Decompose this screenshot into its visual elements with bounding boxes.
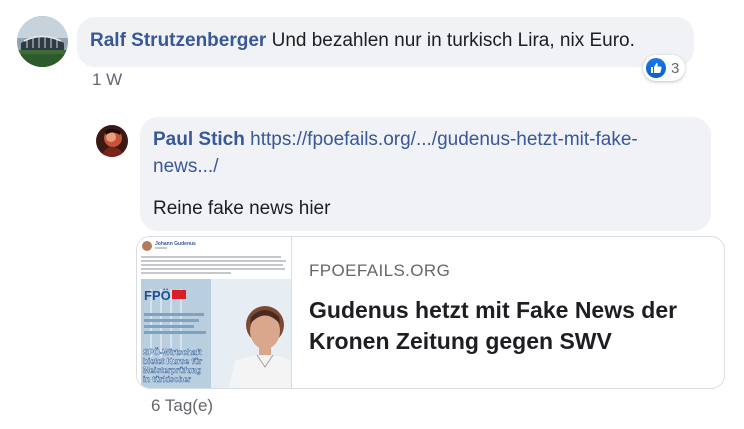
like-icon: [646, 58, 666, 78]
comment-timestamp[interactable]: 1 W: [92, 70, 122, 90]
avatar[interactable]: [96, 125, 128, 157]
thumbnail-headline-line: Meisterprüfung: [143, 366, 201, 375]
thumbnail-headline-line: SPÖ-Wirtschaft: [143, 348, 202, 357]
thumbnail-logo: FPÖ: [144, 288, 171, 303]
comment-first-line: Paul Stich https://fpoefails.org/.../gud…: [153, 126, 697, 180]
comment-bubble: Ralf Strutzenberger Und bezahlen nur in …: [77, 17, 694, 67]
link-preview-body: FPOEFAILS.ORG Gudenus hetzt mit Fake New…: [309, 261, 710, 357]
reaction-count: 3: [671, 59, 680, 77]
reaction-summary[interactable]: 3: [643, 55, 686, 81]
thumbnail-headline-line: in türkischer: [143, 375, 191, 384]
thumbnail-author: Johann Gudenus: [155, 241, 196, 247]
comment-text: Und bezahlen nur in turkisch Lira, nix E…: [271, 30, 635, 51]
comment-bubble: Paul Stich https://fpoefails.org/.../gud…: [140, 117, 711, 231]
comment-author[interactable]: Paul Stich: [153, 129, 245, 150]
thumbnail-headline-line: bietet Kurse für: [143, 357, 202, 366]
avatar[interactable]: [17, 16, 68, 67]
link-preview-thumbnail: Johann Gudenus FPÖ SPÖ-Wirtschaft bietet…: [137, 237, 292, 388]
link-preview-title[interactable]: Gudenus hetzt mit Fake News der Kronen Z…: [309, 295, 710, 357]
link-preview-card[interactable]: Johann Gudenus FPÖ SPÖ-Wirtschaft bietet…: [136, 236, 725, 389]
link-preview-domain: FPOEFAILS.ORG: [309, 261, 451, 280]
comment-text: Reine fake news hier: [153, 198, 331, 219]
comment-timestamp[interactable]: 6 Tag(e): [151, 396, 213, 416]
comment-author[interactable]: Ralf Strutzenberger: [90, 30, 266, 51]
